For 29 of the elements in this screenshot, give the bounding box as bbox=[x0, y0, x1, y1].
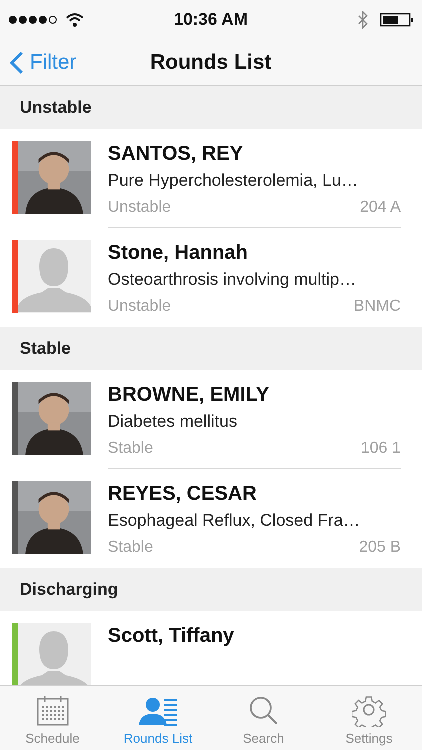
battery-icon bbox=[380, 13, 414, 27]
bluetooth-icon bbox=[358, 11, 368, 29]
patient-name: REYES, CESAR bbox=[108, 482, 258, 507]
patient-name: Stone, Hannah bbox=[108, 241, 250, 266]
patient-name: SANTOS, REY bbox=[108, 142, 244, 167]
search-icon bbox=[248, 694, 280, 726]
signal-icon bbox=[8, 15, 60, 25]
status-time: 10:36 AM bbox=[172, 9, 249, 32]
patient-status: Unstable bbox=[108, 198, 172, 218]
section-header: Unstable bbox=[0, 86, 422, 129]
section-header: Stable bbox=[0, 327, 422, 370]
room-number: 204 A bbox=[360, 198, 401, 218]
chevron-left-icon bbox=[10, 50, 24, 74]
patient-status: Unstable bbox=[108, 297, 172, 317]
room-number: 205 B bbox=[359, 538, 401, 558]
room-number: BNMC bbox=[354, 297, 401, 317]
section-header: Discharging bbox=[0, 568, 422, 611]
nav-title: Rounds List bbox=[150, 50, 272, 76]
room-number: 106 1 bbox=[360, 439, 401, 459]
diagnosis: Esophageal Reflux, Closed Fra… bbox=[108, 510, 362, 532]
patient-name: BROWNE, EMILY bbox=[108, 383, 270, 408]
diagnosis: Pure Hypercholesterolemia, Lu… bbox=[108, 170, 360, 192]
patient-status: Stable bbox=[108, 439, 154, 459]
diagnosis: Diabetes mellitus bbox=[108, 411, 238, 433]
calendar-icon bbox=[36, 694, 70, 726]
patient-status: Stable bbox=[108, 538, 154, 558]
diagnosis: Osteoarthrosis involving multip… bbox=[108, 269, 358, 291]
wifi-icon bbox=[66, 13, 84, 27]
patient-name: Scott, Tiffany bbox=[108, 624, 236, 649]
